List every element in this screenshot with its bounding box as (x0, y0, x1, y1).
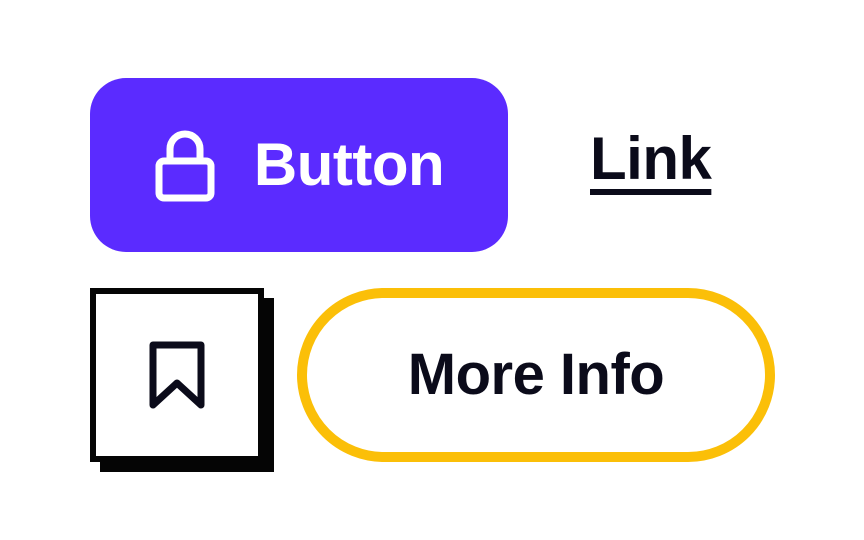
more-info-button[interactable]: More Info (297, 288, 775, 462)
more-info-label: More Info (407, 342, 665, 407)
bookmark-icon (145, 339, 209, 411)
primary-button-label: Button (253, 131, 445, 198)
bookmark-button[interactable] (90, 288, 264, 462)
primary-button[interactable]: Button (90, 78, 508, 252)
link[interactable]: Link (590, 129, 712, 189)
lock-icon (154, 127, 216, 203)
